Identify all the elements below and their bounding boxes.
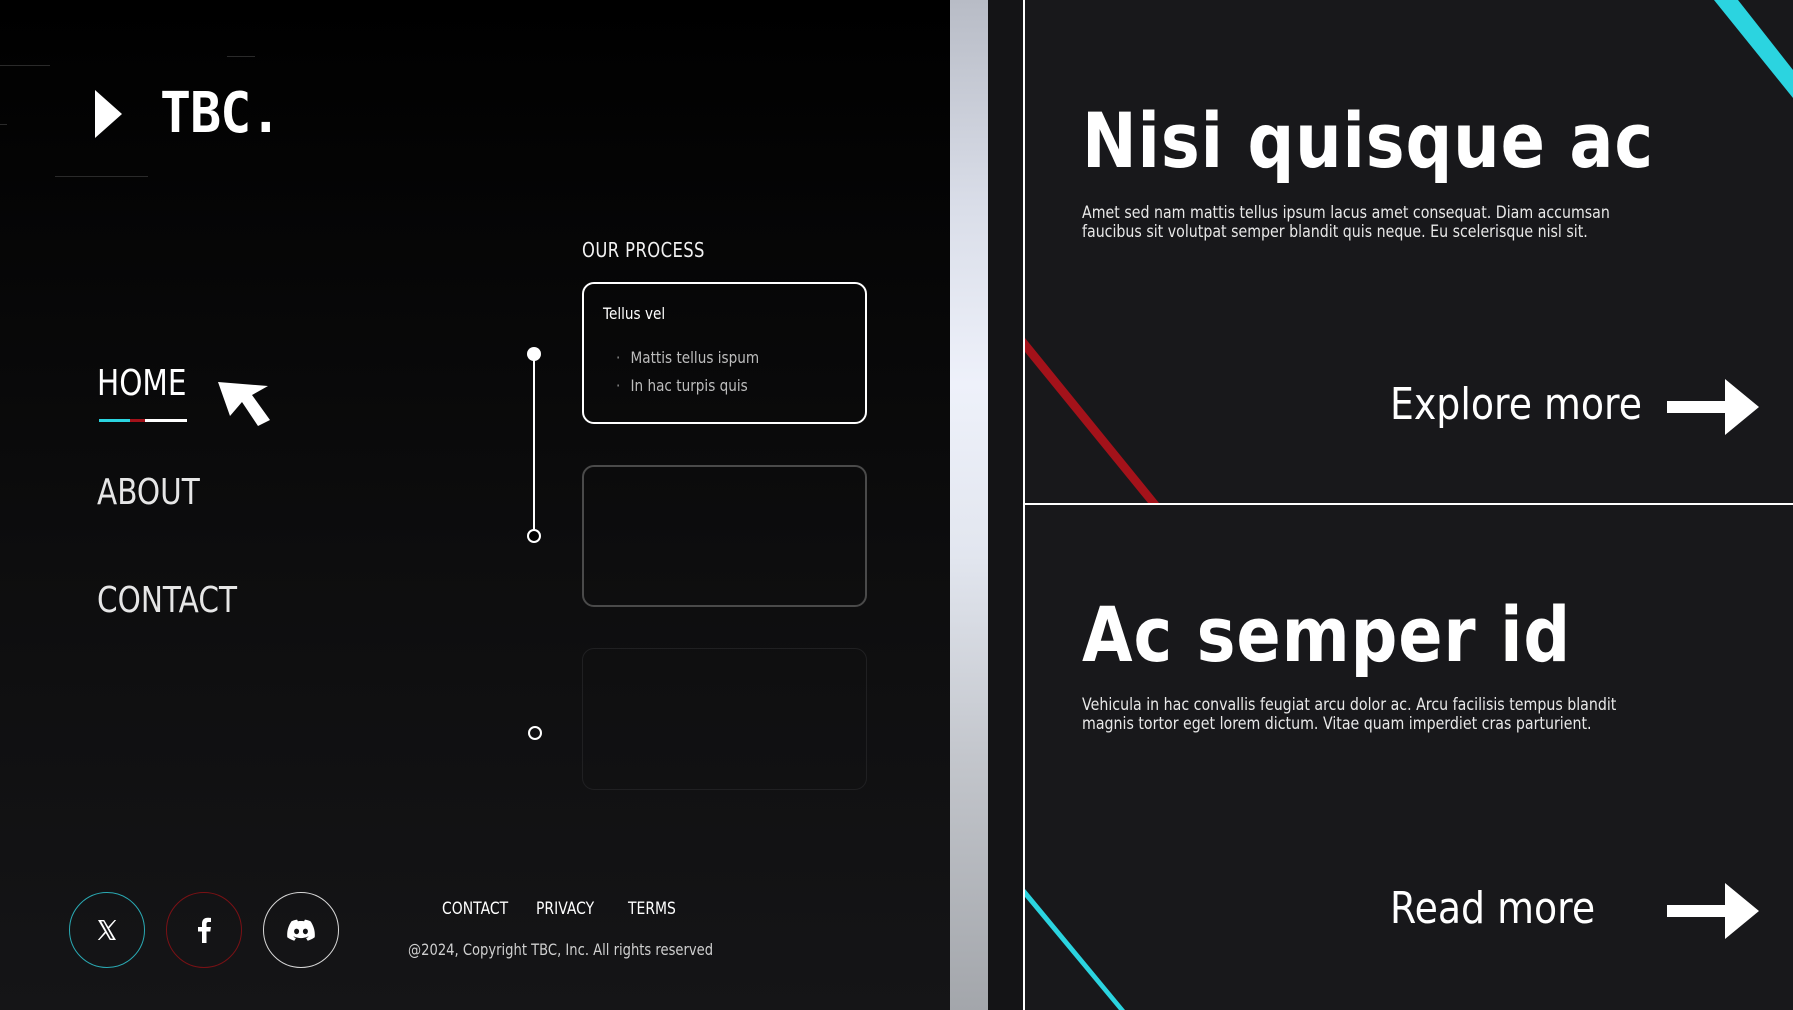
play-icon [95,90,122,138]
footer-link-contact[interactable]: CONTACT [442,899,508,919]
process-card-title: Tellus vel [603,304,666,323]
panel-gap [988,0,1023,1010]
process-card-list: Mattis tellus ispum In hac turpis quis [616,344,784,400]
timeline-line [533,354,535,536]
read-more-button[interactable]: Read more [1390,877,1760,947]
social-facebook-button[interactable] [166,892,242,968]
process-card-2[interactable] [582,465,867,607]
x-logo-icon [97,920,117,940]
left-navigation-panel: TBC. HOME ABOUT CONTACT OUR PROCESS Tell… [0,0,950,1010]
process-section-title: OUR PROCESS [582,238,705,262]
mouse-cursor-icon [218,382,270,426]
active-nav-indicator [99,419,187,422]
timeline-dot[interactable] [528,726,542,740]
list-item: Mattis tellus ispum [616,344,760,372]
copyright-text: @2024, Copyright TBC, Inc. All rights re… [408,940,714,959]
timeline-dot[interactable] [527,529,541,543]
logo[interactable]: TBC. [92,78,281,150]
logo-text: TBC. [160,81,281,146]
arrow-right-icon [1667,379,1759,435]
discord-icon [287,919,315,941]
facebook-icon [198,917,211,943]
list-item: In hac turpis quis [616,372,759,400]
nav-item-home[interactable]: HOME [97,363,187,404]
cta-label: Explore more [1390,379,1643,430]
feature-panel-2: Ac semper id Vehicula in hac convallis f… [1025,505,1793,1010]
nav-item-contact[interactable]: CONTACT [97,580,237,621]
social-discord-button[interactable] [263,892,339,968]
decorative-line [55,176,148,177]
decorative-line [227,56,255,57]
cta-label: Read more [1390,883,1596,934]
panel-description: Amet sed nam mattis tellus ipsum lacus a… [1082,203,1610,241]
decorative-line [0,124,7,125]
footer-link-terms[interactable]: TERMS [628,899,676,919]
explore-more-button[interactable]: Explore more [1390,373,1760,443]
panel-description: Vehicula in hac convallis feugiat arcu d… [1082,695,1617,733]
panel-title: Nisi quisque ac [1082,96,1654,185]
process-card-3[interactable] [582,648,867,790]
arrow-right-icon [1667,883,1759,939]
process-card-1[interactable]: Tellus vel Mattis tellus ispum In hac tu… [582,282,867,424]
footer-link-privacy[interactable]: PRIVACY [536,899,594,919]
nav-item-about[interactable]: ABOUT [97,472,200,513]
panel-title: Ac semper id [1082,590,1572,679]
decorative-line [0,65,50,66]
timeline-dot-active[interactable] [527,347,541,361]
feature-panel-1: Nisi quisque ac Amet sed nam mattis tell… [1025,0,1793,503]
social-x-button[interactable] [69,892,145,968]
metallic-divider [950,0,988,1010]
